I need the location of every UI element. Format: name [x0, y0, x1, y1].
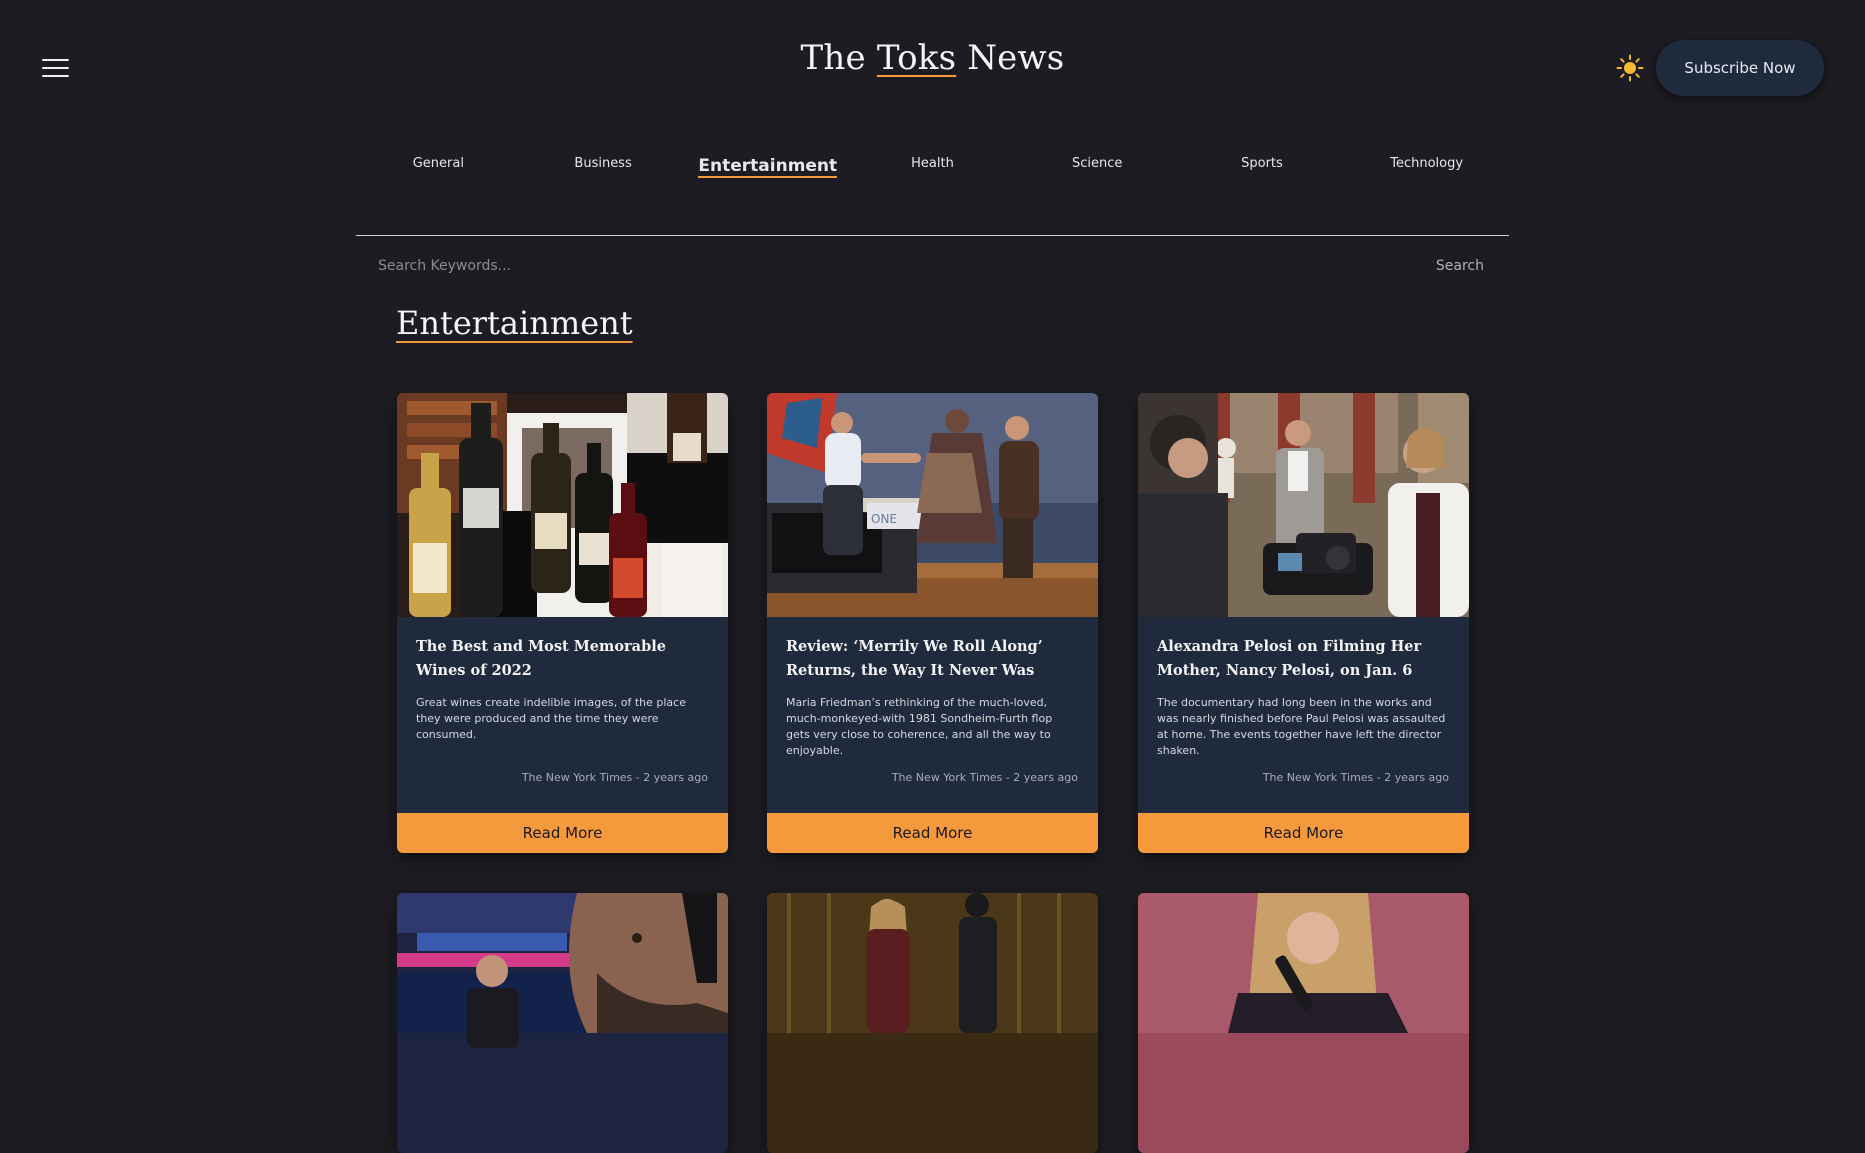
article-time: 2 years ago [1013, 771, 1078, 784]
article-image[interactable] [1138, 893, 1469, 1153]
meta-separator: - [1376, 771, 1381, 784]
article-card: Alexandra Pelosi on Filming Her Mother, … [1138, 393, 1469, 853]
article-meta: The New York Times - 2 years ago [1263, 771, 1449, 784]
search-input[interactable] [376, 252, 1276, 280]
category-science[interactable]: Science [1015, 150, 1180, 190]
article-description: Great wines create indelible images, of … [416, 696, 686, 741]
category-nav: General Business Entertainment Health Sc… [356, 150, 1509, 190]
category-label: Science [1072, 156, 1123, 171]
read-more-button[interactable]: Read More [397, 813, 728, 853]
article-description: Maria Friedman’s rethinking of the much-… [786, 696, 1053, 757]
article-meta: The New York Times - 2 years ago [892, 771, 1078, 784]
search-divider [356, 235, 1509, 236]
article-card: ONE Review: ‘Merrily We Roll Along’ Retu… [767, 393, 1098, 853]
theater-performance-image: ONE [767, 393, 1098, 617]
meta-separator: - [1005, 771, 1010, 784]
article-source: The New York Times [891, 771, 1003, 784]
svg-text:ONE: ONE [871, 512, 897, 526]
read-more-button[interactable]: Read More [767, 813, 1098, 853]
article-image[interactable] [397, 393, 728, 617]
sun-icon[interactable] [1616, 54, 1644, 82]
category-label: Business [574, 156, 632, 171]
singer-performance-image [1138, 893, 1469, 1153]
category-label: Entertainment [698, 156, 838, 178]
category-sports[interactable]: Sports [1180, 150, 1345, 190]
article-meta: The New York Times - 2 years ago [522, 771, 708, 784]
article-card [397, 893, 728, 1153]
category-technology[interactable]: Technology [1344, 150, 1509, 190]
sun-icon-graphic [1616, 54, 1644, 82]
subscribe-button[interactable]: Subscribe Now [1656, 40, 1824, 96]
article-time: 2 years ago [643, 771, 708, 784]
wine-bottles-image [397, 393, 728, 617]
article-card [767, 893, 1098, 1153]
stage-duo-image [767, 893, 1098, 1153]
category-entertainment[interactable]: Entertainment [685, 150, 850, 190]
category-business[interactable]: Business [521, 150, 686, 190]
article-image[interactable] [767, 893, 1098, 1153]
category-health[interactable]: Health [850, 150, 1015, 190]
site-title-prefix: The [800, 38, 877, 78]
category-label: General [412, 156, 464, 171]
search-button[interactable]: Search [1420, 252, 1490, 280]
article-source: The New York Times [1262, 771, 1374, 784]
article-title[interactable]: The Best and Most Memorable Wines of 202… [416, 635, 708, 683]
article-source: The New York Times [521, 771, 633, 784]
section-title: Entertainment [396, 304, 633, 342]
article-time: 2 years ago [1384, 771, 1449, 784]
article-title[interactable]: Alexandra Pelosi on Filming Her Mother, … [1157, 635, 1449, 683]
article-image[interactable] [1138, 393, 1469, 617]
read-more-button[interactable]: Read More [1138, 813, 1469, 853]
article-card: The Best and Most Memorable Wines of 202… [397, 393, 728, 853]
article-image[interactable]: ONE [767, 393, 1098, 617]
broadcaster-image [397, 893, 728, 1153]
article-title[interactable]: Review: ‘Merrily We Roll Along’ Returns,… [786, 635, 1078, 683]
capitol-filming-image [1138, 393, 1469, 617]
category-label: Health [911, 156, 954, 171]
category-general[interactable]: General [356, 150, 521, 190]
site-title-suffix: News [956, 38, 1065, 78]
site-title-accent: Toks [876, 38, 957, 78]
category-label: Technology [1390, 156, 1464, 171]
meta-separator: - [635, 771, 640, 784]
category-label: Sports [1241, 156, 1283, 171]
top-header: The Toks News Subscribe Now [0, 0, 1865, 130]
article-description: The documentary had long been in the wor… [1157, 696, 1446, 757]
article-image[interactable] [397, 893, 728, 1153]
site-title[interactable]: The Toks News [0, 38, 1865, 78]
article-card [1138, 893, 1469, 1153]
